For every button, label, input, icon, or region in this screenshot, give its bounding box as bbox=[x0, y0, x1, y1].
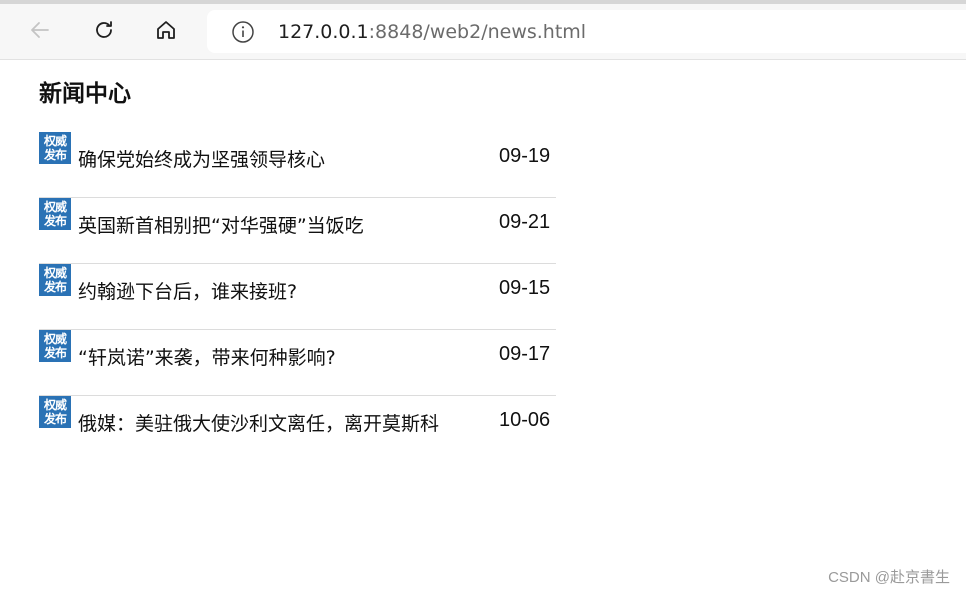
badge-line-2: 发布 bbox=[43, 280, 67, 294]
news-title[interactable]: “轩岚诺”来袭，带来何种影响? bbox=[78, 343, 488, 370]
reload-button[interactable] bbox=[88, 14, 120, 46]
news-center: 新闻中心 权威 发布 确保党始终成为坚强领导核心 09-19 权威 发布 英国新首相… bbox=[39, 74, 559, 461]
back-button[interactable] bbox=[24, 14, 56, 46]
badge-line-2: 发布 bbox=[43, 148, 67, 162]
badge-line-1: 权威 bbox=[43, 332, 67, 346]
url-host: 127.0.0.1 bbox=[278, 21, 369, 43]
official-release-badge-icon: 权威 发布 bbox=[39, 264, 71, 296]
news-title[interactable]: 约翰逊下台后，谁来接班? bbox=[78, 277, 488, 304]
news-date: 09-15 bbox=[499, 277, 551, 299]
badge-line-2: 发布 bbox=[43, 346, 67, 360]
news-item[interactable]: 权威 发布 “轩岚诺”来袭，带来何种影响? 09-17 bbox=[39, 330, 556, 396]
badge-line-1: 权威 bbox=[43, 200, 67, 214]
badge-line-1: 权威 bbox=[43, 134, 67, 148]
address-bar[interactable]: 127.0.0.1:8848/web2/news.html bbox=[207, 10, 966, 53]
news-item[interactable]: 权威 发布 英国新首相别把“对华强硬”当饭吃 09-21 bbox=[39, 198, 556, 264]
page-title: 新闻中心 bbox=[39, 81, 131, 107]
badge-line-2: 发布 bbox=[43, 412, 67, 426]
arrow-left-icon bbox=[31, 22, 49, 38]
browser-toolbar: 127.0.0.1:8848/web2/news.html bbox=[0, 4, 966, 60]
official-release-badge-icon: 权威 发布 bbox=[39, 396, 71, 428]
badge-line-1: 权威 bbox=[43, 266, 67, 280]
official-release-badge-icon: 权威 发布 bbox=[39, 132, 71, 164]
news-title[interactable]: 确保党始终成为坚强领导核心 bbox=[78, 145, 488, 172]
badge-line-2: 发布 bbox=[43, 214, 67, 228]
news-title[interactable]: 英国新首相别把“对华强硬”当饭吃 bbox=[78, 211, 488, 238]
news-date: 09-19 bbox=[499, 145, 551, 167]
news-list: 权威 发布 确保党始终成为坚强领导核心 09-19 权威 发布 英国新首相别把“对华… bbox=[39, 132, 559, 461]
news-date: 09-17 bbox=[499, 343, 551, 365]
news-title[interactable]: 俄媒：美驻俄大使沙利文离任，离开莫斯科 bbox=[78, 409, 488, 436]
url-path: :8848/web2/news.html bbox=[368, 21, 587, 43]
official-release-badge-icon: 权威 发布 bbox=[39, 198, 71, 230]
reload-icon bbox=[96, 21, 112, 38]
news-item[interactable]: 权威 发布 约翰逊下台后，谁来接班? 09-15 bbox=[39, 264, 556, 330]
home-button[interactable] bbox=[150, 14, 182, 46]
official-release-badge-icon: 权威 发布 bbox=[39, 330, 71, 362]
news-item[interactable]: 权威 发布 确保党始终成为坚强领导核心 09-19 bbox=[39, 132, 556, 198]
url-text[interactable]: 127.0.0.1:8848/web2/news.html bbox=[278, 20, 586, 44]
info-icon[interactable] bbox=[231, 20, 255, 44]
badge-line-1: 权威 bbox=[43, 398, 67, 412]
news-date: 10-06 bbox=[499, 409, 551, 431]
news-item[interactable]: 权威 发布 俄媒：美驻俄大使沙利文离任，离开莫斯科 10-06 bbox=[39, 396, 556, 461]
news-date: 09-21 bbox=[499, 211, 551, 233]
home-icon bbox=[157, 21, 175, 39]
csdn-watermark: CSDN @赴京書生 bbox=[828, 569, 950, 586]
